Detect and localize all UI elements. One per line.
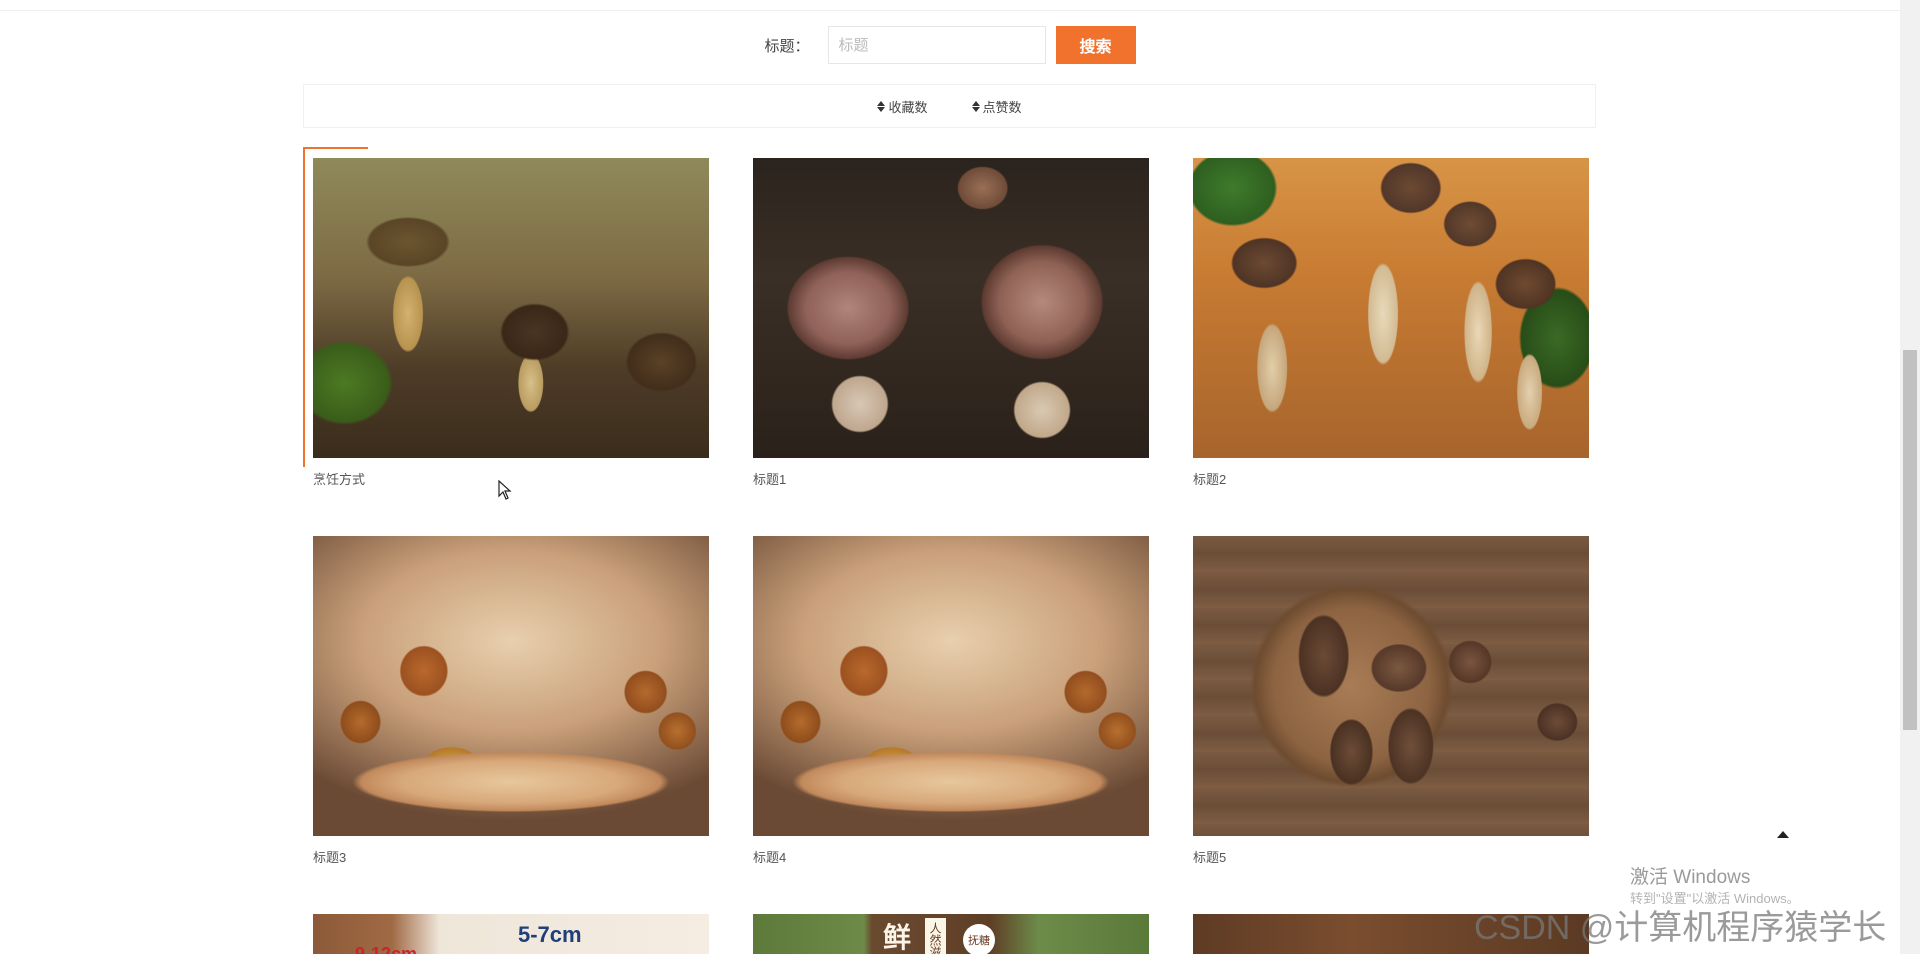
search-button[interactable]: 搜索 [1055,26,1136,64]
card-image[interactable] [313,536,709,836]
sort-icon [971,100,980,112]
image-text: 人然滋 [925,918,946,954]
recipe-card[interactable]: 烹饪方式 [313,158,709,488]
image-badge: 抚糖 [963,924,995,954]
card-title[interactable]: 标题3 [313,847,709,866]
recipe-card[interactable]: 9-12cm 5-7cm [313,914,709,954]
recipe-card[interactable]: 标题2 [1193,158,1589,488]
sort-label: 收藏数 [888,99,928,115]
image-text: 5-7cm [518,922,582,947]
recipe-card[interactable]: 标题1 [753,158,1149,488]
search-input[interactable] [827,26,1046,64]
card-title[interactable]: 标题4 [753,847,1149,866]
card-title[interactable]: 标题2 [1193,469,1589,488]
image-text: 9-12cm [355,944,418,954]
top-divider [0,10,1900,11]
recipe-card[interactable]: 标题3 [313,536,709,866]
windows-activation-watermark: 激活 Windows [1630,867,1751,888]
card-image[interactable]: 鲜 人然滋 抚糖 [753,914,1149,954]
csdn-watermark: CSDN @计算机程序猿学长 [1474,909,1887,947]
recipe-card[interactable]: 标题4 [753,536,1149,866]
search-row: 标题： 搜索 [0,26,1900,64]
sort-icon [877,100,886,112]
card-title[interactable]: 标题1 [753,469,1149,488]
mouse-cursor-icon [498,480,512,500]
card-image[interactable] [1193,158,1589,458]
image-text: 鲜 [883,922,912,953]
scrollbar-thumb[interactable] [1903,350,1917,730]
scrollbar[interactable] [1900,0,1920,954]
sort-bar: 收藏数 点赞数 [303,84,1596,128]
card-accent-left [303,147,305,467]
card-image[interactable] [1193,536,1589,836]
recipe-card[interactable]: 鲜 人然滋 抚糖 [753,914,1149,954]
card-image[interactable] [753,536,1149,836]
card-image[interactable]: 9-12cm 5-7cm [313,914,709,954]
card-image[interactable] [313,158,709,458]
sort-label: 点赞数 [982,99,1022,115]
back-to-top-icon[interactable] [1774,828,1792,842]
page: 标题： 搜索 收藏数 点赞数 烹饪方式 标题1 标题2 标题3 标题4 [0,0,1920,954]
search-label: 标题： [764,37,810,55]
recipe-card[interactable]: 标题5 [1193,536,1589,866]
sort-by-favorites[interactable]: 收藏数 [877,97,928,116]
card-accent-top [303,147,368,149]
card-image[interactable] [753,158,1149,458]
card-title[interactable]: 标题5 [1193,847,1589,866]
sort-by-likes[interactable]: 点赞数 [971,97,1022,116]
